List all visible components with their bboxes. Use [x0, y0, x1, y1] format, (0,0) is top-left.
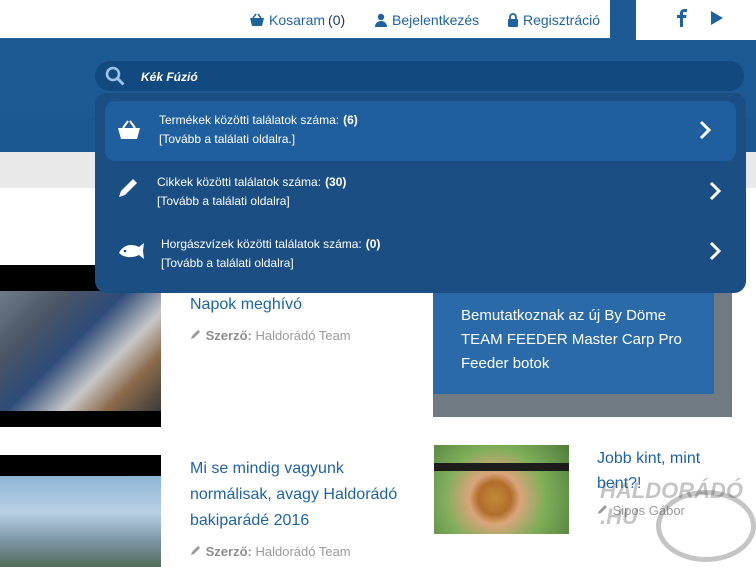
result-products[interactable]: Termékek közötti találatok száma: (6) [To… — [105, 101, 736, 161]
result-label: Termékek közötti találatok száma: (6) — [159, 113, 358, 127]
fish-icon — [117, 239, 145, 266]
lock-icon — [507, 13, 519, 27]
result-waters[interactable]: Horgászvízek közötti találatok száma: (0)… — [95, 221, 746, 281]
basket-icon — [249, 13, 265, 27]
side-article-image[interactable] — [434, 445, 569, 534]
search-results-dropdown: Termékek közötti találatok száma: (6) [To… — [95, 93, 746, 293]
article-image-2-photo — [0, 476, 161, 567]
author-name-2[interactable]: Haldorádó Team — [255, 544, 350, 559]
featured-title[interactable]: Bemutatkoznak az új By Döme TEAM FEEDER … — [461, 304, 701, 376]
youtube-play-icon[interactable] — [710, 9, 724, 32]
facebook-icon[interactable] — [676, 9, 688, 32]
article-byline-1: Szerző: Haldorádó Team — [190, 328, 351, 343]
search-icon[interactable] — [105, 66, 125, 91]
register-link[interactable]: Regisztráció — [507, 10, 600, 30]
user-icon — [374, 13, 388, 27]
article-image-2[interactable] — [0, 455, 161, 567]
fishing-rod-graphic — [434, 463, 569, 471]
watermark-line-2: .HU — [600, 504, 638, 529]
pencil-icon — [117, 177, 139, 204]
cart-label: Kosaram — [269, 12, 326, 28]
result-label: Cikkek közötti találatok száma: (30) — [157, 175, 347, 189]
chevron-right-icon — [698, 120, 712, 145]
article-title-1[interactable]: Napok meghívó — [190, 292, 302, 318]
article-image-1-photo — [0, 291, 161, 411]
author-label-2: Szerző: — [205, 544, 252, 559]
login-label: Bejelentkezés — [392, 12, 480, 28]
watermark-logo — [656, 490, 756, 562]
featured-overlay: Bemutatkoznak az új By Döme TEAM FEEDER … — [433, 287, 714, 394]
author-label-1: Szerző: — [205, 328, 252, 343]
result-link[interactable]: [Tovább a találati oldalra] — [161, 256, 294, 270]
search-input[interactable] — [139, 65, 723, 89]
register-label: Regisztráció — [523, 12, 601, 28]
basket-icon — [117, 120, 141, 145]
cart-link[interactable]: Kosaram (0) — [249, 10, 345, 30]
result-count: (30) — [325, 175, 347, 189]
chevron-right-icon — [708, 241, 722, 266]
result-articles[interactable]: Cikkek közötti találatok száma: (30) [Tov… — [95, 161, 746, 221]
result-link[interactable]: [Tovább a találati oldalra.] — [159, 132, 295, 146]
pencil-icon — [190, 328, 206, 343]
pencil-icon — [190, 544, 206, 559]
cart-count: (0) — [328, 12, 346, 28]
featured-article[interactable]: Bemutatkoznak az új By Döme TEAM FEEDER … — [433, 287, 732, 417]
result-label: Horgászvízek közötti találatok száma: (0) — [161, 237, 381, 251]
author-name-1[interactable]: Haldorádó Team — [255, 328, 350, 343]
result-count: (0) — [365, 237, 381, 251]
result-count: (6) — [343, 113, 358, 127]
result-link[interactable]: [Tovább a találati oldalra] — [157, 194, 290, 208]
social-icons — [676, 9, 724, 32]
article-byline-2: Szerző: Haldorádó Team — [190, 544, 351, 559]
article-title-2[interactable]: Mi se mindig vagyunk normálisak, avagy H… — [190, 456, 400, 534]
chevron-right-icon — [708, 181, 722, 206]
search-bar — [95, 61, 744, 91]
login-link[interactable]: Bejelentkezés — [374, 10, 479, 30]
